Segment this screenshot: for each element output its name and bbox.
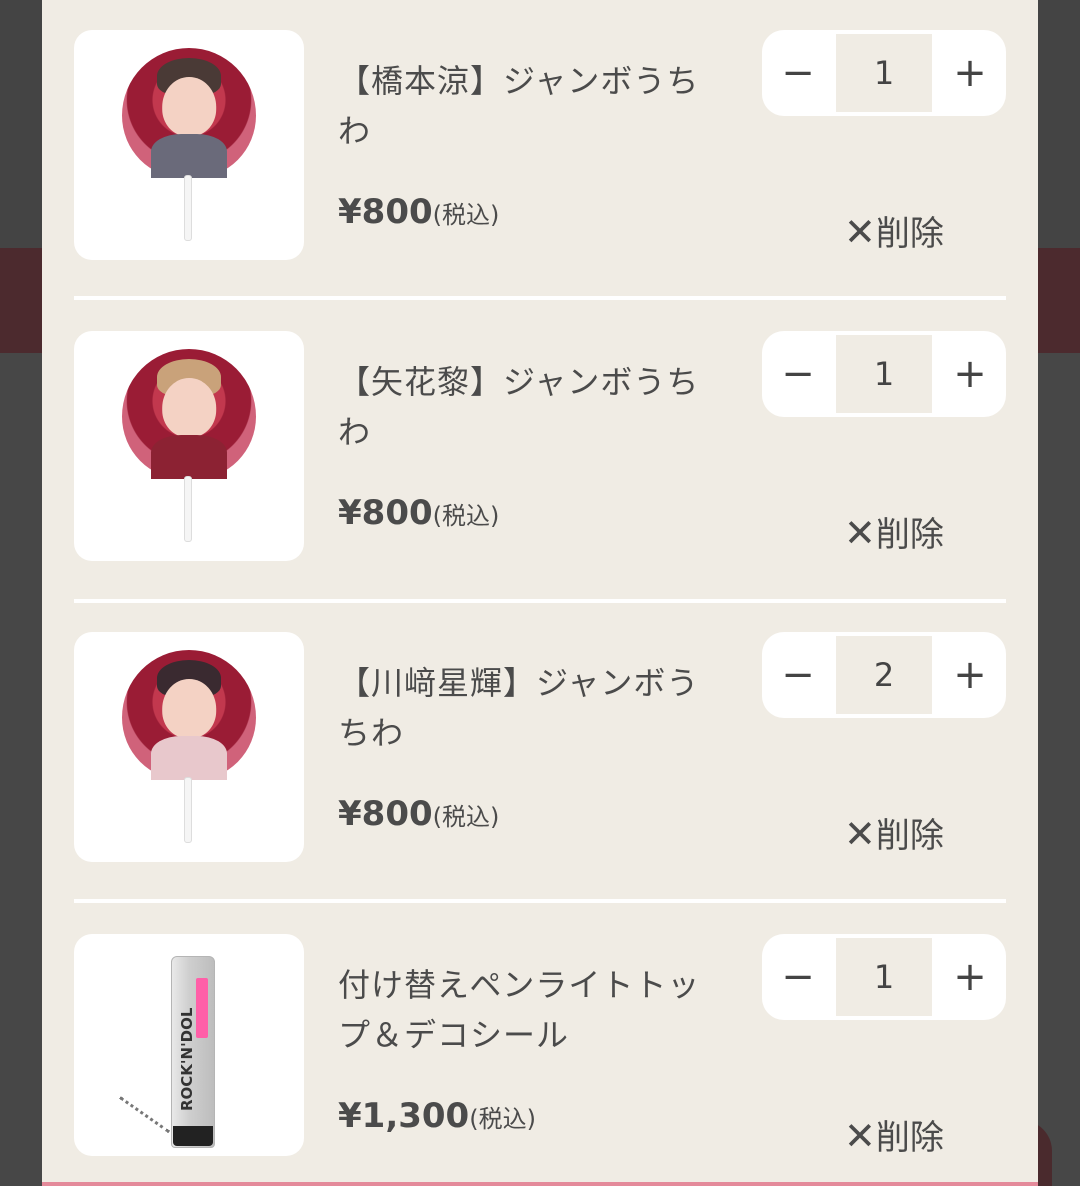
increase-quantity-button[interactable]: + — [934, 331, 1006, 417]
tax-label: (税込) — [432, 502, 500, 530]
close-icon: ✕ — [844, 1114, 876, 1158]
product-thumbnail[interactable] — [74, 331, 304, 561]
cart-item: 【橋本涼】ジャンボうちわ ¥800(税込) − 1 + ✕削除 — [74, 30, 1006, 262]
uchiwa-fan-image — [122, 48, 256, 178]
tax-label: (税込) — [432, 803, 500, 831]
delete-label: 削除 — [875, 816, 944, 856]
uchiwa-handle — [184, 175, 192, 241]
item-divider — [74, 599, 1006, 603]
delete-label: 削除 — [875, 214, 944, 254]
product-thumbnail[interactable]: ROCK'N'DOL — [74, 934, 304, 1156]
cart-item: 【川﨑星輝】ジャンボうちわ ¥800(税込) − 2 + ✕削除 — [74, 632, 1006, 864]
price-value: ¥800 — [338, 493, 433, 533]
quantity-value[interactable]: 1 — [836, 34, 932, 112]
delete-item-button[interactable]: ✕削除 — [844, 1110, 944, 1159]
quantity-value[interactable]: 1 — [836, 335, 932, 413]
item-divider — [74, 296, 1006, 300]
quantity-stepper: − 2 + — [762, 632, 1006, 718]
product-price: ¥800(税込) — [338, 192, 499, 232]
close-icon: ✕ — [844, 812, 876, 856]
tax-label: (税込) — [469, 1105, 536, 1133]
product-price: ¥1,300(税込) — [338, 1096, 536, 1136]
cart-modal: 【橋本涼】ジャンボうちわ ¥800(税込) − 1 + ✕削除 【矢花黎】ジャン… — [42, 0, 1038, 1186]
decrease-quantity-button[interactable]: − — [762, 30, 834, 116]
uchiwa-handle — [184, 777, 192, 843]
product-price: ¥800(税込) — [338, 794, 499, 834]
quantity-stepper: − 1 + — [762, 331, 1006, 417]
product-name[interactable]: 【矢花黎】ジャンボうちわ — [338, 357, 718, 457]
delete-label: 削除 — [875, 1118, 944, 1158]
product-name[interactable]: 【橋本涼】ジャンボうちわ — [338, 56, 718, 156]
tax-label: (税込) — [432, 201, 500, 229]
item-divider — [74, 899, 1006, 903]
delete-label: 削除 — [875, 515, 944, 555]
decrease-quantity-button[interactable]: − — [762, 632, 834, 718]
product-price: ¥800(税込) — [338, 493, 499, 533]
uchiwa-handle — [184, 476, 192, 542]
close-icon: ✕ — [844, 511, 876, 555]
increase-quantity-button[interactable]: + — [934, 30, 1006, 116]
delete-item-button[interactable]: ✕削除 — [844, 808, 944, 857]
increase-quantity-button[interactable]: + — [934, 934, 1006, 1020]
decrease-quantity-button[interactable]: − — [762, 934, 834, 1020]
price-value: ¥800 — [338, 794, 433, 834]
cart-item: 【矢花黎】ジャンボうちわ ¥800(税込) − 1 + ✕削除 — [74, 331, 1006, 563]
increase-quantity-button[interactable]: + — [934, 632, 1006, 718]
quantity-value[interactable]: 2 — [836, 636, 932, 714]
product-name[interactable]: 付け替えペンライトトップ＆デコシール — [338, 960, 718, 1060]
delete-item-button[interactable]: ✕削除 — [844, 507, 944, 556]
product-thumbnail[interactable] — [74, 632, 304, 862]
delete-item-button[interactable]: ✕削除 — [844, 206, 944, 255]
quantity-value[interactable]: 1 — [836, 938, 932, 1016]
product-name[interactable]: 【川﨑星輝】ジャンボうちわ — [338, 658, 718, 758]
quantity-stepper: − 1 + — [762, 30, 1006, 116]
penlight-cap — [173, 1126, 213, 1146]
close-icon: ✕ — [844, 210, 876, 254]
product-thumbnail[interactable] — [74, 30, 304, 260]
penlight-logo-text: ROCK'N'DOL — [178, 1007, 196, 1111]
modal-bottom-accent — [42, 1182, 1038, 1186]
price-value: ¥1,300 — [338, 1096, 470, 1136]
keychain-chain — [119, 1096, 171, 1134]
uchiwa-fan-image — [122, 650, 256, 780]
cart-item: ROCK'N'DOL 付け替えペンライトトップ＆デコシール ¥1,300(税込)… — [74, 934, 1006, 1166]
decrease-quantity-button[interactable]: − — [762, 331, 834, 417]
quantity-stepper: − 1 + — [762, 934, 1006, 1020]
price-value: ¥800 — [338, 192, 433, 232]
uchiwa-fan-image — [122, 349, 256, 479]
